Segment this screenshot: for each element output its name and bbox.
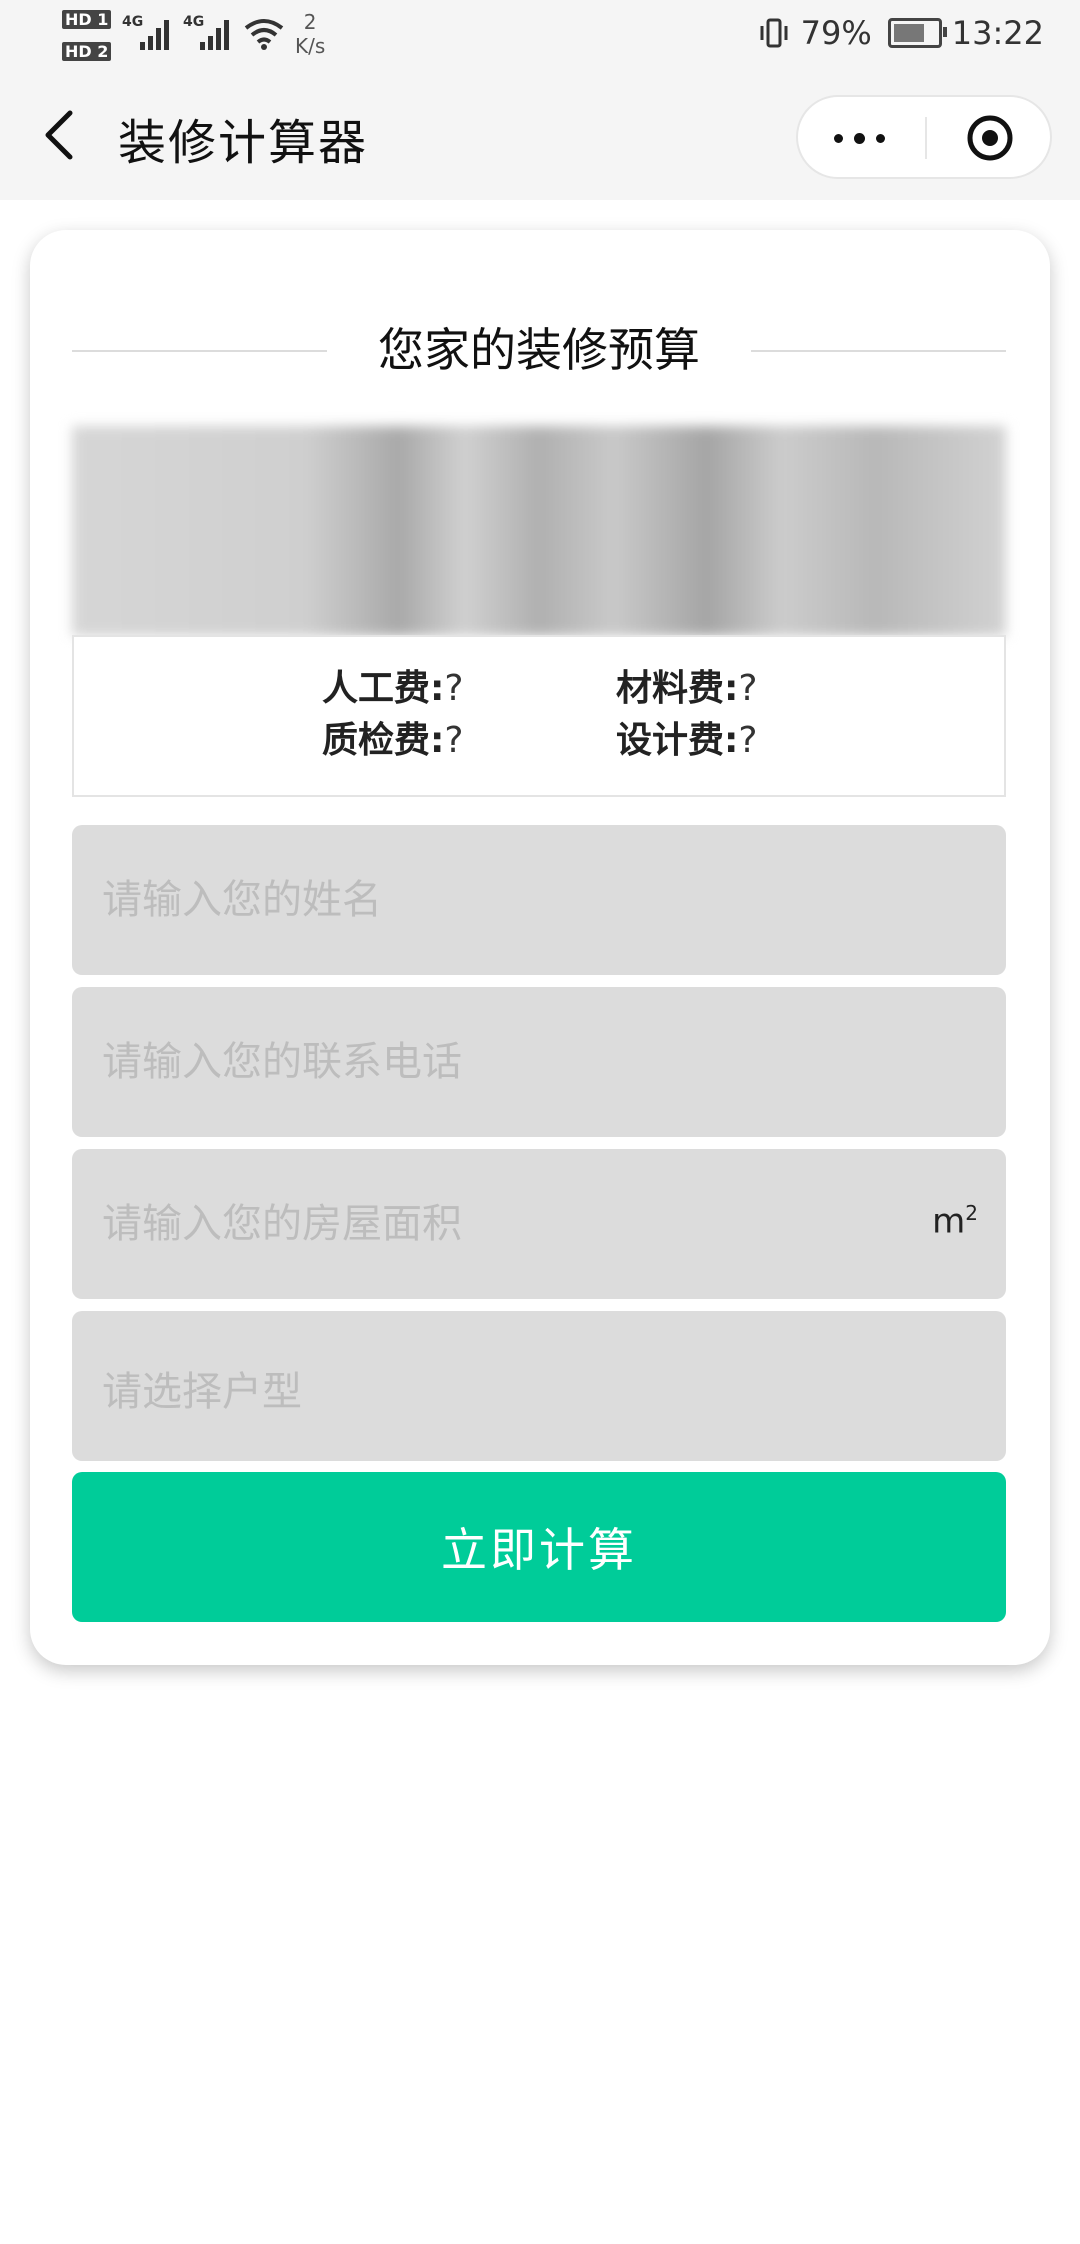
more-button[interactable] — [828, 117, 894, 159]
title-bar: 装修计算器 — [0, 75, 1080, 200]
status-right: 79% 13:22 — [757, 14, 1044, 52]
signal1-icon — [140, 18, 174, 50]
labor-fee: 人工费:? — [322, 665, 464, 713]
sim2-indicator: HD 2 — [62, 42, 114, 61]
page-title: 装修计算器 — [118, 115, 369, 171]
battery-icon — [887, 18, 947, 48]
phone-input[interactable] — [102, 987, 922, 1137]
speed-value: 2 — [303, 10, 317, 34]
area-unit-exponent: 2 — [965, 1201, 978, 1225]
quality-fee-label: 质检费: — [322, 720, 445, 761]
sim2-label: HD 2 — [62, 42, 112, 61]
target-circle-icon — [967, 115, 1013, 161]
labor-fee-value: ? — [444, 668, 464, 709]
back-button[interactable] — [40, 107, 90, 163]
quality-fee: 质检费:? — [322, 717, 464, 765]
fee-breakdown: 人工费:? 材料费:? 质检费:? 设计费:? — [72, 635, 1006, 797]
speed-unit: K/s — [295, 34, 326, 58]
vibrate-icon — [760, 18, 788, 48]
house-type-select[interactable]: 请选择户型 — [72, 1311, 1006, 1461]
clock: 13:22 — [951, 14, 1044, 52]
capsule-divider — [925, 117, 927, 159]
phone-field[interactable] — [72, 987, 1006, 1137]
mini-program-capsule — [796, 95, 1052, 179]
name-input[interactable] — [102, 825, 922, 975]
area-input[interactable] — [102, 1149, 922, 1299]
area-field[interactable]: m2 — [72, 1149, 1006, 1299]
design-fee-value: ? — [738, 720, 758, 761]
heading-divider-right — [751, 350, 1006, 352]
wifi-icon — [244, 18, 284, 54]
close-miniprogram-button[interactable] — [966, 114, 1014, 162]
network-speed: 2 K/s — [295, 10, 325, 58]
material-fee: 材料费:? — [616, 665, 758, 713]
budget-card: 您家的装修预算 人工费:? 材料费:? 质检费:? 设计费:? m2 请选择户型… — [30, 230, 1050, 1665]
heading-row: 您家的装修预算 — [72, 320, 1006, 380]
labor-fee-label: 人工费: — [322, 668, 445, 709]
signal2-icon — [200, 18, 234, 50]
house-type-placeholder: 请选择户型 — [102, 1369, 302, 1415]
quality-fee-value: ? — [444, 720, 464, 761]
blurred-budget-display — [72, 426, 1006, 636]
design-fee: 设计费:? — [616, 717, 758, 765]
design-fee-label: 设计费: — [616, 720, 739, 761]
chevron-left-icon — [45, 110, 73, 160]
material-fee-value: ? — [738, 668, 758, 709]
material-fee-label: 材料费: — [616, 668, 739, 709]
sim1-indicator: HD 1 — [62, 10, 114, 29]
name-field[interactable] — [72, 825, 1006, 975]
area-unit-base: m — [932, 1201, 966, 1242]
battery-percent: 79% — [800, 14, 872, 52]
area-unit: m2 — [932, 1201, 978, 1241]
calculate-button[interactable]: 立即计算 — [72, 1472, 1006, 1622]
sim1-label: HD 1 — [62, 10, 112, 29]
status-bar: HD 1 HD 2 4G 4G 2 K/s 79% 13:22 — [0, 0, 1080, 75]
